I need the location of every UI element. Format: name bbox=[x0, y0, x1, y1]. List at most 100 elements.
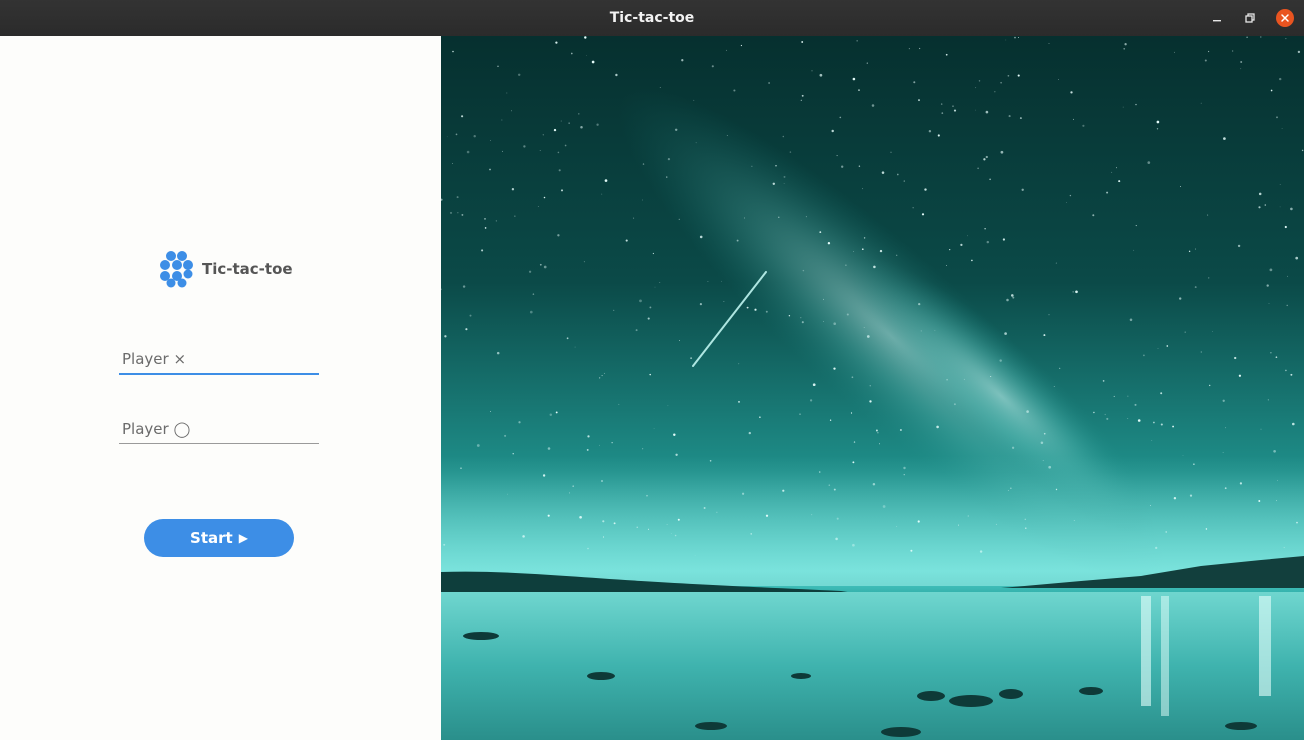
player-x-field[interactable] bbox=[119, 345, 319, 375]
star bbox=[1093, 411, 1095, 414]
star bbox=[666, 524, 668, 525]
star bbox=[1275, 356, 1278, 359]
star bbox=[748, 431, 751, 435]
star bbox=[833, 488, 836, 491]
star bbox=[1002, 238, 1006, 241]
star bbox=[566, 337, 569, 340]
star bbox=[1055, 488, 1058, 491]
star bbox=[501, 119, 503, 121]
star bbox=[818, 471, 821, 473]
star bbox=[618, 403, 620, 405]
star bbox=[989, 178, 991, 181]
star bbox=[1209, 384, 1211, 387]
star bbox=[1188, 250, 1191, 253]
star bbox=[489, 411, 491, 413]
star bbox=[703, 507, 706, 509]
star bbox=[978, 80, 981, 82]
star bbox=[953, 403, 956, 406]
star bbox=[782, 135, 785, 138]
star bbox=[799, 413, 801, 415]
player-x-input[interactable] bbox=[119, 345, 319, 373]
star bbox=[601, 375, 603, 377]
star bbox=[823, 298, 824, 300]
star bbox=[613, 522, 616, 525]
star bbox=[1059, 367, 1061, 369]
star bbox=[1290, 207, 1293, 211]
star bbox=[912, 207, 914, 209]
star bbox=[511, 110, 512, 112]
star bbox=[1155, 546, 1158, 550]
star bbox=[833, 367, 836, 370]
star bbox=[1043, 334, 1046, 337]
star bbox=[497, 65, 499, 68]
star bbox=[1135, 103, 1137, 106]
maximize-icon bbox=[1245, 13, 1255, 23]
star bbox=[772, 182, 776, 186]
star bbox=[802, 269, 805, 272]
star bbox=[979, 550, 983, 553]
player-o-input[interactable] bbox=[119, 415, 319, 443]
star bbox=[456, 196, 459, 199]
maximize-button[interactable] bbox=[1241, 9, 1259, 27]
star bbox=[1055, 262, 1057, 264]
star bbox=[1200, 351, 1202, 353]
star bbox=[1266, 284, 1269, 287]
star bbox=[586, 448, 589, 451]
star bbox=[465, 328, 468, 331]
star bbox=[1295, 256, 1299, 260]
player-o-field[interactable] bbox=[119, 415, 319, 444]
star bbox=[1042, 460, 1044, 462]
star bbox=[975, 87, 977, 89]
star bbox=[455, 133, 458, 136]
star bbox=[908, 48, 910, 50]
star bbox=[452, 163, 454, 165]
star bbox=[1270, 89, 1273, 92]
star bbox=[1048, 43, 1050, 45]
star bbox=[659, 282, 661, 283]
star bbox=[896, 173, 899, 176]
star bbox=[1260, 428, 1262, 430]
star bbox=[967, 235, 968, 237]
star bbox=[473, 134, 476, 138]
minimize-button[interactable] bbox=[1208, 9, 1226, 27]
star bbox=[984, 228, 986, 230]
star bbox=[1165, 531, 1167, 533]
star bbox=[1106, 191, 1109, 194]
star bbox=[1127, 418, 1129, 419]
star bbox=[839, 116, 842, 119]
star bbox=[452, 50, 454, 53]
minimize-icon bbox=[1213, 20, 1221, 22]
star bbox=[666, 176, 668, 178]
star bbox=[523, 145, 526, 148]
brand: Tic-tac-toe bbox=[158, 250, 293, 288]
star bbox=[1106, 417, 1109, 420]
star bbox=[937, 134, 940, 137]
login-panel: Tic-tac-toe Start ▶ bbox=[0, 36, 441, 740]
star bbox=[646, 494, 648, 497]
start-button[interactable]: Start ▶ bbox=[144, 519, 294, 557]
star bbox=[783, 175, 786, 178]
star bbox=[1040, 441, 1044, 444]
star bbox=[542, 134, 544, 136]
star bbox=[1048, 465, 1052, 469]
star bbox=[903, 466, 906, 470]
star bbox=[946, 265, 947, 266]
star bbox=[490, 139, 491, 141]
star bbox=[836, 155, 838, 157]
star bbox=[1053, 386, 1055, 387]
star bbox=[496, 351, 500, 355]
star bbox=[879, 443, 881, 445]
star bbox=[952, 105, 954, 107]
star bbox=[999, 359, 1002, 362]
star bbox=[1007, 489, 1009, 492]
star bbox=[604, 179, 608, 182]
star bbox=[1297, 50, 1301, 54]
star bbox=[674, 128, 678, 132]
star bbox=[444, 335, 447, 338]
star bbox=[741, 492, 745, 495]
star bbox=[1239, 482, 1243, 485]
close-button[interactable] bbox=[1276, 9, 1294, 27]
star bbox=[823, 321, 824, 323]
star bbox=[443, 543, 446, 546]
star bbox=[871, 104, 875, 107]
